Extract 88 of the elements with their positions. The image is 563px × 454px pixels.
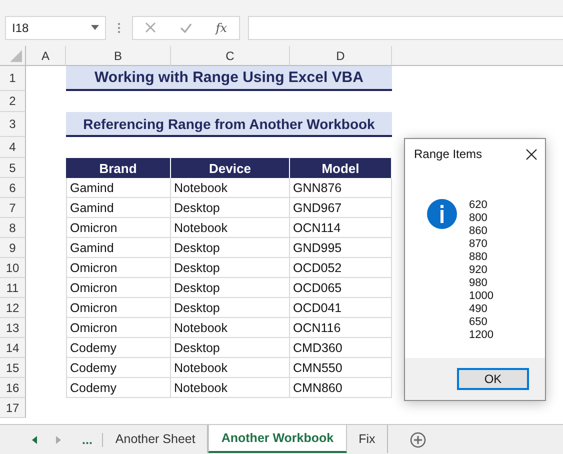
- row-number[interactable]: 15: [0, 358, 26, 378]
- dropdown-caret-icon: [91, 25, 99, 30]
- table-cell: Codemy: [66, 338, 171, 358]
- column-header[interactable]: B: [66, 46, 171, 66]
- range-item: 870: [469, 238, 488, 251]
- close-icon[interactable]: [526, 148, 537, 160]
- table-cell: OCN114: [290, 218, 392, 238]
- sheet-subtitle: Referencing Range from Another Workbook: [66, 112, 392, 137]
- previous-sheet-icon[interactable]: [32, 436, 36, 444]
- table-cell: Gamind: [66, 178, 171, 198]
- sheet-tab[interactable]: Another Workbook: [208, 425, 347, 453]
- column-header-cell: Model: [290, 158, 392, 178]
- column-header-cell: Device: [171, 158, 290, 178]
- row-number[interactable]: 3: [0, 112, 26, 137]
- range-item: 860: [469, 225, 488, 238]
- table-cell: Gamind: [66, 238, 171, 258]
- table-cell: GND995: [290, 238, 392, 258]
- column-header[interactable]: A: [26, 46, 66, 66]
- table-cell: Notebook: [171, 358, 290, 378]
- table-cell: GNN876: [290, 178, 392, 198]
- column-header[interactable]: D: [290, 46, 392, 66]
- table-cell: Notebook: [171, 378, 290, 398]
- table-cell: CMD360: [290, 338, 392, 358]
- table-cell: OCD065: [290, 278, 392, 298]
- table-cell: Omicron: [66, 278, 171, 298]
- row-number[interactable]: 10: [0, 258, 26, 278]
- table-cell: Notebook: [171, 218, 290, 238]
- row-number[interactable]: 14: [0, 338, 26, 358]
- dialog-title: Range Items: [414, 147, 482, 161]
- row-number[interactable]: 17: [0, 398, 26, 418]
- row-number[interactable]: 6: [0, 178, 26, 198]
- table-cell: OCN116: [290, 318, 392, 338]
- table-cell: Codemy: [66, 358, 171, 378]
- formula-input[interactable]: [248, 16, 563, 40]
- information-icon: [427, 199, 457, 229]
- row-number[interactable]: 2: [0, 91, 26, 112]
- table-cell: Desktop: [171, 258, 290, 278]
- table-cell: Notebook: [171, 318, 290, 338]
- next-sheet-icon[interactable]: [56, 436, 60, 444]
- range-item: 980: [469, 277, 488, 290]
- range-item: 1000: [469, 290, 494, 303]
- row-number[interactable]: 7: [0, 198, 26, 218]
- table-cell: Omicron: [66, 318, 171, 338]
- row-number[interactable]: 8: [0, 218, 26, 238]
- row-number[interactable]: 11: [0, 278, 26, 298]
- table-cell: Notebook: [171, 178, 290, 198]
- table-cell: Omicron: [66, 298, 171, 318]
- add-sheet-icon[interactable]: [410, 432, 426, 448]
- table-cell: CMN550: [290, 358, 392, 378]
- table-cell: CMN860: [290, 378, 392, 398]
- table-cell: Desktop: [171, 278, 290, 298]
- more-sheets-button[interactable]: ...: [70, 432, 104, 446]
- row-number[interactable]: 16: [0, 378, 26, 398]
- check-icon[interactable]: [180, 22, 192, 32]
- insert-function-button[interactable]: fx: [216, 20, 228, 34]
- table-cell: Omicron: [66, 258, 171, 278]
- range-item: 1200: [469, 329, 494, 342]
- cancel-icon[interactable]: [144, 22, 156, 33]
- table-cell: Desktop: [171, 198, 290, 218]
- column-header[interactable]: C: [171, 46, 290, 66]
- name-box[interactable]: I18: [5, 16, 106, 40]
- row-number[interactable]: 4: [0, 137, 26, 158]
- table-cell: Desktop: [171, 338, 290, 358]
- table-cell: Gamind: [66, 198, 171, 218]
- range-item: 920: [469, 264, 488, 277]
- sheet-tab[interactable]: Fix: [346, 425, 388, 453]
- range-item: 490: [469, 303, 488, 316]
- row-number[interactable]: 9: [0, 238, 26, 258]
- table-cell: Desktop: [171, 238, 290, 258]
- table-cell: Omicron: [66, 218, 171, 238]
- sheet-title: Working with Range Using Excel VBA: [66, 66, 392, 91]
- table-cell: Desktop: [171, 298, 290, 318]
- table-cell: Codemy: [66, 378, 171, 398]
- range-item: 650: [469, 316, 488, 329]
- row-number[interactable]: 5: [0, 158, 26, 178]
- table-cell: GND967: [290, 198, 392, 218]
- range-item: 800: [469, 212, 488, 225]
- select-all-icon[interactable]: [10, 50, 22, 62]
- row-number[interactable]: 1: [0, 66, 26, 91]
- table-cell: OCD052: [290, 258, 392, 278]
- ok-button[interactable]: OK: [457, 368, 529, 390]
- table-cell: OCD041: [290, 298, 392, 318]
- range-item: 620: [469, 199, 488, 212]
- cell-reference: I18: [12, 20, 29, 34]
- range-item: 880: [469, 251, 488, 264]
- row-number[interactable]: 12: [0, 298, 26, 318]
- column-header-cell: Brand: [66, 158, 171, 178]
- row-number[interactable]: 13: [0, 318, 26, 338]
